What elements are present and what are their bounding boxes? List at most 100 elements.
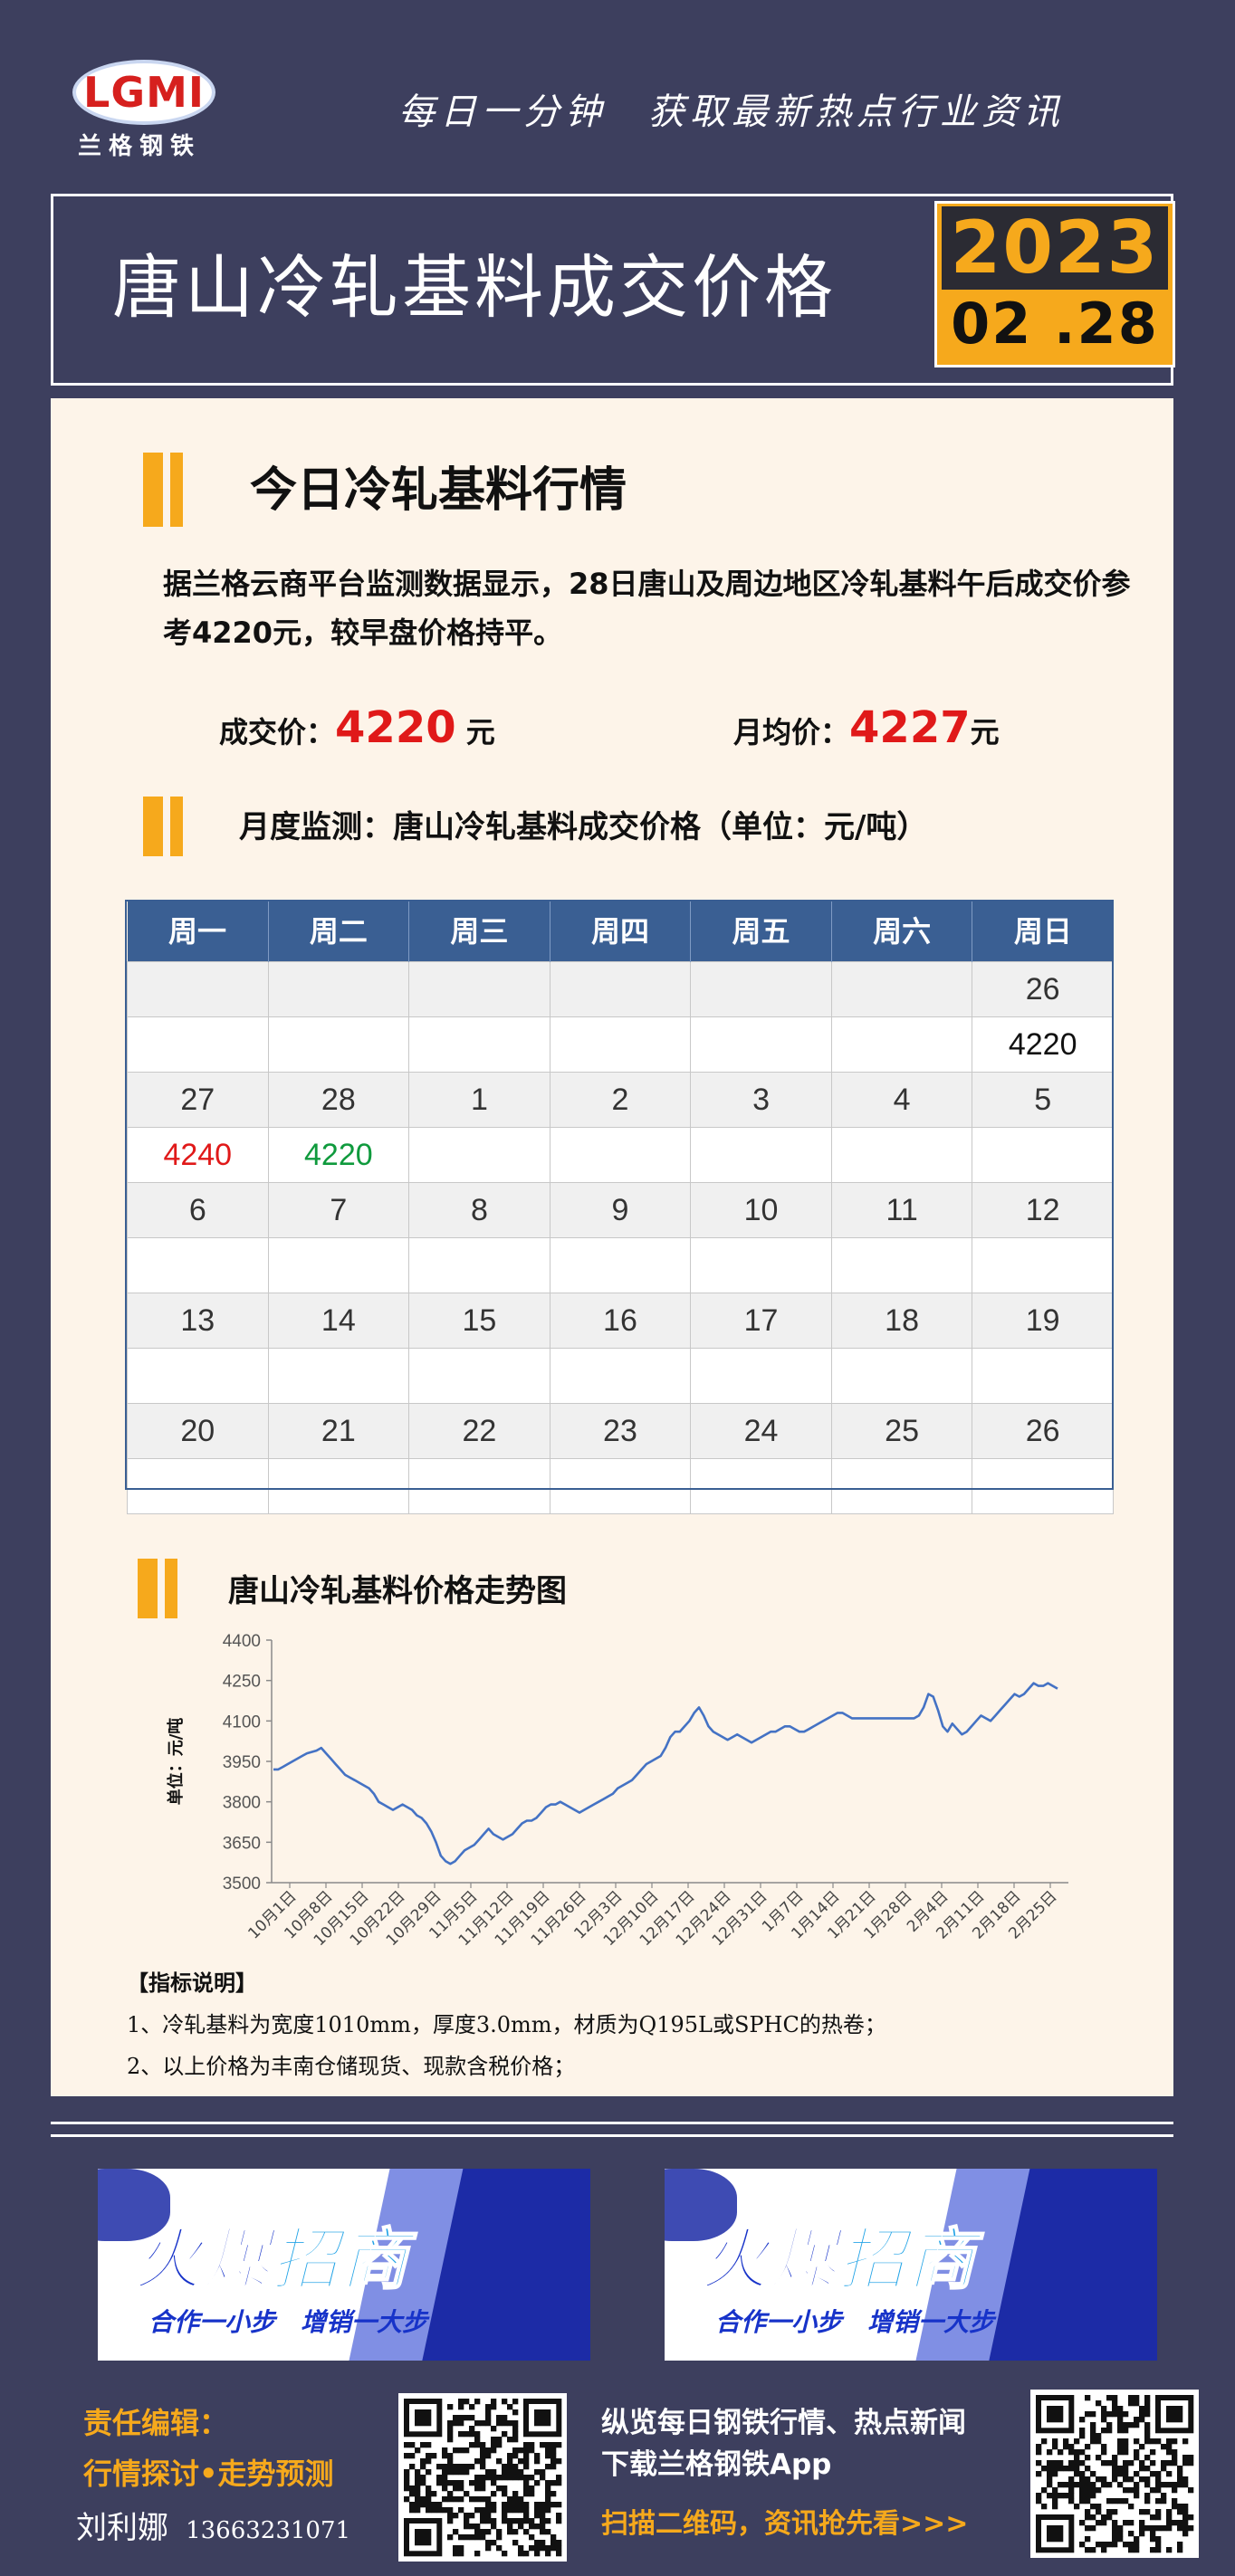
calendar-date: 6 [127, 1182, 269, 1238]
calendar-date [267, 961, 410, 1017]
calendar-date: 18 [830, 1293, 973, 1349]
avg-price: 月均价：4227元 [733, 701, 1000, 759]
promo-line-1: 纵览每日钢铁行情、热点新闻 [601, 2407, 966, 2439]
lgmi-logo: LGMI 兰格钢铁 [72, 54, 217, 172]
weekday-header: 周一 [127, 902, 269, 962]
calendar-price [549, 1237, 692, 1293]
calendar-date: 13 [127, 1293, 269, 1349]
weekday-header: 周五 [690, 902, 832, 962]
y-axis-label: 单位：元/吨 [166, 1718, 186, 1806]
qr-code-icon[interactable] [398, 2393, 567, 2562]
weekday-header: 周日 [972, 902, 1114, 962]
calendar-price [267, 1458, 410, 1514]
deal-price-unit: 元 [455, 715, 495, 749]
calendar-date: 7 [267, 1182, 410, 1238]
today-description: 据兰格云商平台监测数据显示，28日唐山及周边地区冷轧基料午后成交价参考4220元… [163, 567, 1131, 650]
calendar-date-row: 6 7 8 9 10 11 12 [127, 1182, 1114, 1238]
calendar-price: 4220 [267, 1127, 410, 1183]
calendar-price [408, 1127, 550, 1183]
calendar-date: 16 [549, 1293, 692, 1349]
calendar-date: 9 [549, 1182, 692, 1238]
editor-contact: 刘利娜 13663231071 [76, 2507, 350, 2552]
y-tick-label: 3800 [223, 1794, 261, 1813]
calendar-price [267, 1016, 410, 1073]
calendar-price [127, 1458, 269, 1514]
calendar-price [408, 1016, 550, 1073]
notes-item: 2、以上价格为丰南仓储现货、现款含税价格； [127, 2054, 576, 2079]
banner-subline: 合作一小步 增销一大步 [148, 2307, 428, 2337]
calendar-price [830, 1016, 973, 1073]
qr-code-icon[interactable] [1030, 2390, 1199, 2558]
tagline: 行情探讨•走势预测 [83, 2457, 334, 2491]
calendar-price [690, 1348, 832, 1404]
calendar-date [127, 961, 269, 1017]
promo-line-2: 下载兰格钢铁App [601, 2448, 832, 2481]
calendar-price-row [127, 1237, 1114, 1293]
calendar-date: 12 [972, 1182, 1114, 1238]
y-tick-label: 4100 [223, 1713, 261, 1732]
calendar-date [549, 961, 692, 1017]
calendar-date: 27 [127, 1072, 269, 1128]
calendar-price [972, 1348, 1114, 1404]
calendar-date-row: 27 28 1 2 3 4 5 [127, 1072, 1114, 1128]
calendar-price-row [127, 1458, 1114, 1514]
weekday-header: 周二 [267, 902, 409, 962]
date-text: 02 .28 [951, 291, 1159, 357]
calendar-date: 17 [690, 1293, 832, 1349]
year-text: 2023 [950, 205, 1160, 290]
calendar-date: 1 [408, 1072, 550, 1128]
calendar-date: 25 [830, 1403, 973, 1459]
avg-price-value: 4227 [849, 702, 971, 753]
calendar-date: 10 [690, 1182, 832, 1238]
section-marker-icon [143, 453, 187, 527]
price-series-line [273, 1682, 1058, 1865]
calendar-date: 11 [830, 1182, 973, 1238]
y-tick-label: 3650 [223, 1834, 261, 1853]
weekday-header: 周四 [549, 902, 691, 962]
calendar-date: 24 [690, 1403, 832, 1459]
trend-heading: 唐山冷轧基料价格走势图 [228, 1573, 567, 1609]
price-trend-chart: 3500365038003950410042504400单位：元/吨10月1日1… [166, 1632, 1068, 1950]
calendar-price [830, 1458, 973, 1514]
calendar-price [549, 1016, 692, 1073]
divider [51, 2134, 1173, 2137]
calendar-price-row: 4220 [127, 1016, 1114, 1073]
calendar-price-row [127, 1348, 1114, 1404]
weekday-header: 周六 [830, 902, 972, 962]
page-title: 唐山冷轧基料成交价格 [112, 247, 837, 328]
calendar-price [267, 1348, 410, 1404]
divider [51, 2122, 1173, 2124]
calendar-date: 19 [972, 1293, 1114, 1349]
calendar-date [830, 961, 973, 1017]
calendar-date: 26 [972, 961, 1114, 1017]
calendar-price [830, 1237, 973, 1293]
calendar-price: 4220 [972, 1016, 1114, 1073]
calendar-price [408, 1458, 550, 1514]
section-marker-icon [138, 1559, 181, 1618]
banner-headline: 火爆招商 [133, 2220, 409, 2300]
calendar-price [127, 1016, 269, 1073]
brand-name: 兰格钢铁 [78, 133, 202, 160]
calendar-date: 26 [972, 1403, 1114, 1459]
section-marker-icon [143, 797, 187, 856]
calendar-price [408, 1237, 550, 1293]
calendar-price [830, 1127, 973, 1183]
calendar-price [127, 1237, 269, 1293]
indicator-notes: 【指标说明】 1、冷轧基料为宽度1010mm，厚度3.0mm，材质为Q195L或… [127, 1962, 886, 2087]
notes-title: 【指标说明】 [127, 1970, 257, 1996]
editor-label: 责任编辑： [83, 2406, 229, 2440]
y-tick-label: 4250 [223, 1673, 261, 1692]
calendar-date: 21 [267, 1403, 410, 1459]
deal-price-value: 4220 [335, 702, 456, 753]
calendar-date-row: 13 14 15 16 17 18 19 [127, 1293, 1114, 1349]
calendar-date: 5 [972, 1072, 1114, 1128]
weekday-header: 周三 [408, 902, 550, 962]
calendar-price [690, 1237, 832, 1293]
calendar-price [549, 1348, 692, 1404]
calendar-date: 3 [690, 1072, 832, 1128]
ad-banner[interactable]: 火爆招商 合作一小步 增销一大步 [98, 2169, 590, 2361]
calendar-date [408, 961, 550, 1017]
calendar-price [972, 1237, 1114, 1293]
ad-banner[interactable]: 火爆招商 合作一小步 增销一大步 [665, 2169, 1157, 2361]
calendar-price [127, 1348, 269, 1404]
